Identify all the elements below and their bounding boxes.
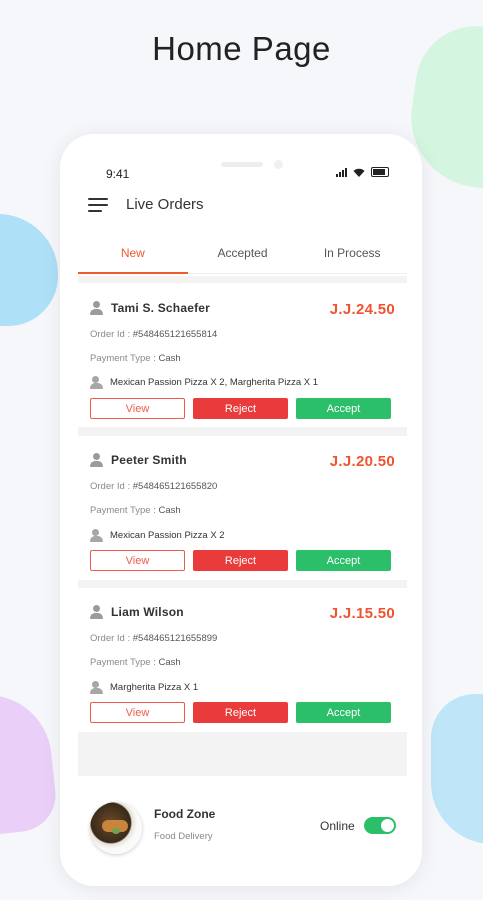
payment-value: Cash bbox=[158, 505, 181, 516]
order-price: J.J.20.50 bbox=[329, 453, 395, 470]
view-button[interactable]: View bbox=[90, 550, 185, 571]
reject-button[interactable]: Reject bbox=[193, 702, 288, 723]
accept-button[interactable]: Accept bbox=[296, 550, 391, 571]
online-toggle[interactable] bbox=[364, 817, 396, 834]
order-card: Peeter Smith J.J.20.50 Order Id : #54846… bbox=[78, 436, 407, 580]
tab-new[interactable]: New bbox=[78, 238, 188, 274]
customer-name: Tami S. Schaefer bbox=[111, 301, 211, 315]
order-tabs: New Accepted In Process bbox=[78, 238, 407, 274]
accept-button[interactable]: Accept bbox=[296, 398, 391, 419]
order-card: Tami S. Schaefer J.J.24.50 Order Id : #5… bbox=[78, 283, 407, 427]
decor-blob-blue-left bbox=[0, 214, 58, 326]
payment-type: Payment Type : Cash bbox=[90, 353, 181, 364]
view-button[interactable]: View bbox=[90, 398, 185, 419]
decor-blob-purple bbox=[0, 688, 60, 836]
status-icons bbox=[336, 167, 389, 177]
payment-type: Payment Type : Cash bbox=[90, 657, 181, 668]
phone-speaker bbox=[221, 162, 263, 167]
online-label: Online bbox=[320, 819, 355, 833]
delivery-person-icon bbox=[90, 528, 104, 542]
order-price: J.J.15.50 bbox=[329, 605, 395, 622]
person-icon bbox=[90, 605, 103, 619]
payment-label: Payment Type : bbox=[90, 353, 156, 364]
person-icon bbox=[90, 301, 103, 315]
decor-blob-blue-right bbox=[431, 694, 483, 844]
person-icon bbox=[90, 453, 103, 467]
wifi-icon bbox=[353, 168, 365, 177]
order-id-value: #548465121655899 bbox=[132, 633, 218, 644]
phone-frame: 9:41 Live Orders New Accepted In Process… bbox=[60, 134, 422, 886]
order-id-value: #548465121655814 bbox=[132, 329, 218, 340]
signal-icon bbox=[336, 167, 347, 177]
delivery-person-icon bbox=[90, 375, 104, 389]
customer-name: Peeter Smith bbox=[111, 453, 187, 467]
order-id: Order Id : #548465121655820 bbox=[90, 481, 217, 492]
order-items: Mexican Passion Pizza X 2 bbox=[110, 529, 225, 541]
phone-camera bbox=[274, 160, 283, 169]
tab-in-process[interactable]: In Process bbox=[297, 238, 407, 273]
order-id-label: Order Id : bbox=[90, 633, 131, 644]
order-id-label: Order Id : bbox=[90, 481, 131, 492]
shop-avatar bbox=[90, 802, 142, 854]
order-id: Order Id : #548465121655814 bbox=[90, 329, 217, 340]
status-time: 9:41 bbox=[106, 167, 130, 181]
menu-icon[interactable] bbox=[88, 197, 108, 212]
shop-footer: Food Zone Food Delivery Online bbox=[78, 780, 407, 886]
order-id-label: Order Id : bbox=[90, 329, 131, 340]
app-header: Live Orders bbox=[88, 196, 204, 213]
order-card: Liam Wilson J.J.15.50 Order Id : #548465… bbox=[78, 588, 407, 732]
view-button[interactable]: View bbox=[90, 702, 185, 723]
delivery-person-icon bbox=[90, 680, 104, 694]
accept-button[interactable]: Accept bbox=[296, 702, 391, 723]
payment-value: Cash bbox=[158, 657, 181, 668]
payment-value: Cash bbox=[158, 353, 181, 364]
page-title: Home Page bbox=[152, 30, 331, 67]
customer-name: Liam Wilson bbox=[111, 605, 184, 619]
reject-button[interactable]: Reject bbox=[193, 550, 288, 571]
app-title: Live Orders bbox=[126, 196, 204, 213]
orders-list: Tami S. Schaefer J.J.24.50 Order Id : #5… bbox=[78, 276, 407, 776]
reject-button[interactable]: Reject bbox=[193, 398, 288, 419]
shop-subtitle: Food Delivery bbox=[154, 831, 213, 842]
order-items: Margherita Pizza X 1 bbox=[110, 681, 199, 693]
payment-label: Payment Type : bbox=[90, 657, 156, 668]
payment-type: Payment Type : Cash bbox=[90, 505, 181, 516]
shop-name: Food Zone bbox=[154, 807, 216, 821]
tab-accepted[interactable]: Accepted bbox=[188, 238, 298, 273]
battery-icon bbox=[371, 167, 389, 177]
order-items: Mexican Passion Pizza X 2, Margherita Pi… bbox=[110, 376, 319, 388]
order-price: J.J.24.50 bbox=[329, 301, 395, 318]
order-id: Order Id : #548465121655899 bbox=[90, 633, 217, 644]
payment-label: Payment Type : bbox=[90, 505, 156, 516]
order-id-value: #548465121655820 bbox=[132, 481, 218, 492]
